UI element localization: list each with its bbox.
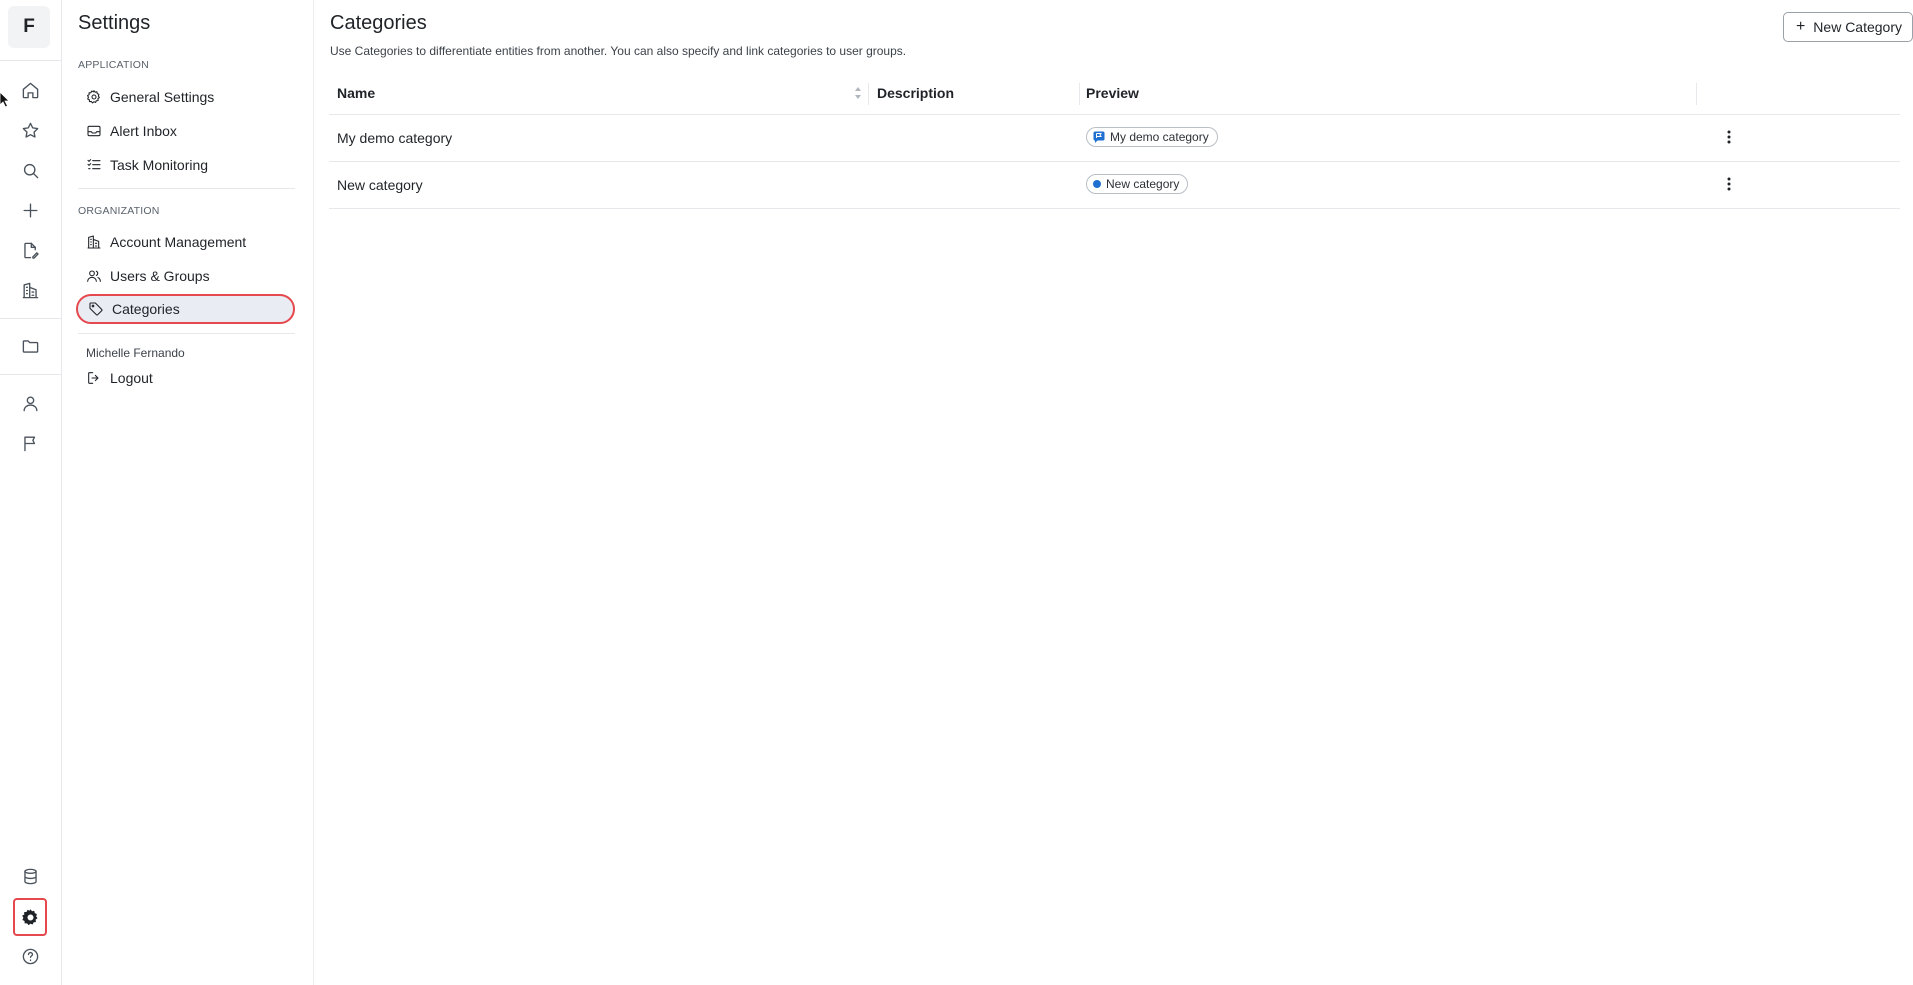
user-icon[interactable]: [16, 389, 44, 417]
column-header-description: Description: [877, 85, 955, 101]
buildings-icon[interactable]: [16, 276, 44, 304]
nav-item-label: Users & Groups: [110, 268, 210, 284]
star-icon[interactable]: [16, 116, 44, 144]
application-section-label: APPLICATION: [78, 59, 149, 71]
help-circle-icon[interactable]: [16, 942, 44, 970]
current-user-name: Michelle Fernando: [86, 346, 185, 360]
nav-item-label: Categories: [112, 301, 180, 317]
logout-button[interactable]: Logout: [76, 363, 294, 393]
nav-item-users-groups[interactable]: Users & Groups: [76, 261, 294, 291]
users-icon: [86, 268, 110, 284]
column-header-preview: Preview: [1086, 85, 1139, 101]
gear-outline-icon: [86, 89, 110, 105]
table-row[interactable]: New category New category: [329, 162, 1900, 209]
table-row[interactable]: My demo category My demo category: [329, 115, 1900, 162]
nav-item-general-settings[interactable]: General Settings: [76, 82, 294, 112]
new-category-label: New Category: [1813, 19, 1902, 35]
categories-table: Name Description Preview My demo categor…: [329, 77, 1900, 209]
inbox-icon: [86, 123, 110, 139]
nav-item-account-management[interactable]: Account Management: [76, 227, 294, 257]
file-edit-icon[interactable]: [16, 236, 44, 264]
gear-icon[interactable]: [13, 898, 47, 936]
organization-section-label: ORGANIZATION: [78, 205, 160, 217]
category-name: New category: [337, 177, 423, 193]
rail-divider: [0, 60, 61, 61]
folder-icon[interactable]: [16, 332, 44, 360]
nav-item-label: Alert Inbox: [110, 123, 177, 139]
search-icon[interactable]: [16, 156, 44, 184]
category-preview-chip: My demo category: [1086, 127, 1218, 147]
table-header: Name Description Preview: [329, 77, 1900, 115]
column-divider: [1696, 83, 1697, 105]
row-actions-menu-icon[interactable]: [1719, 174, 1739, 194]
icon-rail: F: [0, 0, 62, 985]
rail-divider: [0, 374, 61, 375]
page-title: Categories: [330, 12, 427, 34]
home-icon[interactable]: [16, 76, 44, 104]
settings-sidebar: Settings APPLICATION General Settings Al…: [62, 0, 314, 985]
flag-badge-icon: [1093, 131, 1105, 143]
nav-item-label: General Settings: [110, 89, 215, 105]
main-content: Categories Use Categories to differentia…: [314, 0, 1913, 985]
column-divider: [1079, 83, 1080, 105]
sort-icon[interactable]: [854, 86, 862, 100]
category-preview-label: My demo category: [1110, 130, 1209, 144]
buildings-icon: [86, 234, 110, 250]
flag-icon[interactable]: [16, 429, 44, 457]
plus-icon[interactable]: [16, 196, 44, 224]
page-description: Use Categories to differentiate entities…: [330, 44, 907, 58]
column-header-name[interactable]: Name: [337, 85, 375, 101]
logout-icon: [86, 370, 110, 386]
nav-item-alert-inbox[interactable]: Alert Inbox: [76, 116, 294, 146]
new-category-button[interactable]: + New Category: [1782, 12, 1913, 42]
app-logo[interactable]: F: [8, 6, 50, 48]
sidebar-divider: [78, 188, 295, 189]
category-preview-label: New category: [1106, 177, 1180, 191]
nav-item-categories[interactable]: Categories: [76, 294, 295, 324]
column-divider: [868, 83, 869, 105]
settings-title: Settings: [78, 12, 151, 34]
rail-divider: [0, 318, 61, 319]
mouse-cursor-icon: [0, 92, 10, 108]
logout-label: Logout: [110, 370, 153, 386]
row-actions-menu-icon[interactable]: [1719, 127, 1739, 147]
category-preview-chip: New category: [1086, 174, 1189, 194]
sidebar-divider: [78, 333, 295, 334]
tag-icon: [88, 301, 112, 317]
database-icon[interactable]: [16, 862, 44, 890]
category-name: My demo category: [337, 130, 453, 146]
nav-item-label: Account Management: [110, 234, 247, 250]
dot-icon: [1093, 180, 1101, 188]
nav-item-label: Task Monitoring: [110, 157, 209, 173]
nav-item-task-monitoring[interactable]: Task Monitoring: [76, 150, 294, 180]
plus-icon: +: [1795, 18, 1806, 35]
list-check-icon: [86, 157, 110, 173]
